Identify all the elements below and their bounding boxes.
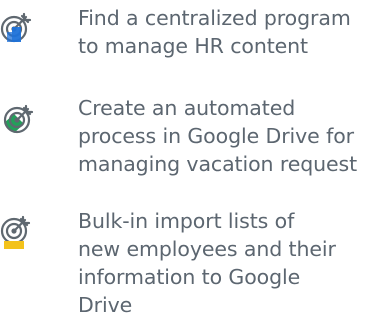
target-icon	[0, 10, 34, 44]
goal-text: Create an automated process in Google Dr…	[78, 94, 375, 178]
goal-text: Bulk-in import lists of new employees an…	[78, 207, 375, 317]
target-icon	[0, 215, 34, 249]
goal-line: managing vacation request	[78, 152, 358, 176]
target-icon	[0, 102, 34, 136]
goal-line: Create an automated	[78, 96, 296, 120]
goal-line: Drive	[78, 293, 133, 317]
goal-line: Bulk-in import lists of	[78, 209, 295, 233]
goal-line: to manage HR content	[78, 34, 308, 58]
goal-line: Find a centralized program	[78, 6, 351, 30]
goal-text: Find a centralized program to manage HR …	[78, 4, 375, 60]
goals-list: Find a centralized program to manage HR …	[0, 0, 375, 317]
goal-line: information to Google	[78, 265, 301, 289]
goal-line: process in Google Drive for	[78, 124, 354, 148]
goal-line: new employees and their	[78, 237, 336, 261]
